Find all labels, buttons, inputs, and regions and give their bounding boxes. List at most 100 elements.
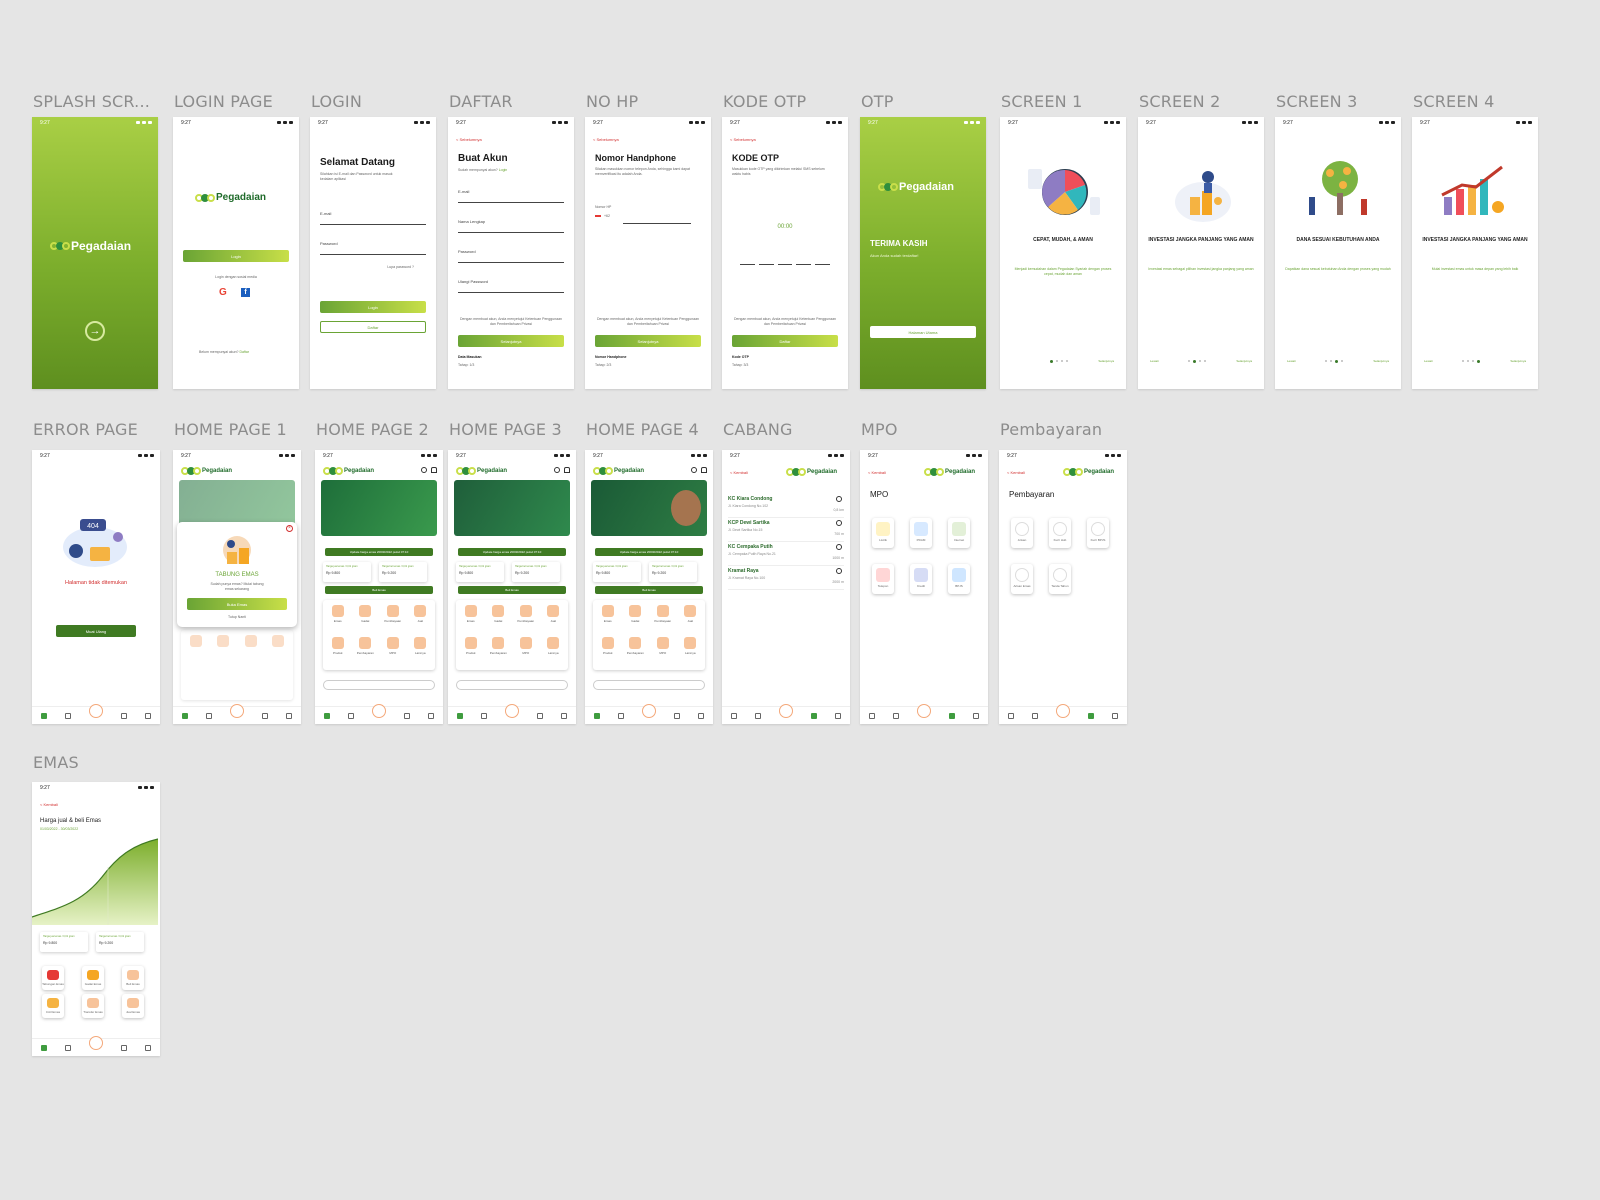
menu-item[interactable]: Lainnya: [409, 637, 433, 665]
account-tab-icon[interactable]: [286, 712, 292, 719]
menu-item[interactable]: MPO: [651, 637, 675, 665]
account-tab-icon[interactable]: [561, 712, 567, 719]
branch-tab-icon[interactable]: [811, 712, 817, 719]
menu-item[interactable]: MPO: [381, 637, 405, 665]
daftar-button[interactable]: Daftar: [320, 321, 426, 333]
scan-tab-icon[interactable]: [1056, 703, 1070, 718]
history-tab-icon[interactable]: [481, 712, 487, 719]
account-tab-icon[interactable]: [145, 1044, 151, 1051]
emas-menu-tile[interactable]: Cicil Emas: [42, 994, 64, 1018]
bell-icon[interactable]: [564, 467, 570, 473]
back-link[interactable]: < Sebelumnya: [593, 137, 619, 142]
password-field[interactable]: Password: [320, 241, 426, 255]
menu-item[interactable]: Produk: [459, 637, 483, 665]
menu-item[interactable]: Lainnya: [679, 637, 703, 665]
promo-banner[interactable]: [321, 480, 437, 536]
start-arrow-icon[interactable]: →: [85, 321, 105, 341]
home-tab-icon[interactable]: [457, 712, 463, 719]
account-tab-icon[interactable]: [1112, 712, 1118, 719]
email-field[interactable]: E-mail: [320, 211, 426, 225]
email-field[interactable]: E-mail: [458, 189, 564, 203]
menu-item[interactable]: Jual: [679, 605, 703, 633]
search-input[interactable]: [323, 680, 435, 690]
next-link[interactable]: Selanjutnya: [1098, 359, 1114, 363]
buy-gold-button[interactable]: Beli Emas: [595, 586, 703, 594]
menu-item[interactable]: Produk: [326, 637, 350, 665]
branch-tab-icon[interactable]: [262, 712, 268, 719]
google-icon[interactable]: G: [219, 287, 227, 298]
daftar-button[interactable]: Daftar: [732, 335, 838, 347]
menu-item[interactable]: Produk: [596, 637, 620, 665]
scan-tab-icon[interactable]: [89, 1035, 103, 1050]
mpo-tile[interactable]: Internet: [948, 518, 970, 548]
menu-item[interactable]: Lainnya: [542, 637, 566, 665]
menu-item[interactable]: Gadai: [624, 605, 648, 633]
menu-item[interactable]: Jual: [409, 605, 433, 633]
next-link[interactable]: Selanjutnya: [1510, 359, 1526, 363]
mpo-tile[interactable]: Kredit: [910, 564, 932, 594]
login-link[interactable]: Login: [499, 168, 508, 172]
history-tab-icon[interactable]: [348, 712, 354, 719]
home-tab-icon[interactable]: [41, 712, 47, 719]
bell-icon[interactable]: [701, 467, 707, 473]
home-tab-icon[interactable]: [731, 712, 737, 719]
emas-menu-tile[interactable]: Beli Emas: [122, 966, 144, 990]
emas-menu-tile[interactable]: Jual Emas: [122, 994, 144, 1018]
scan-tab-icon[interactable]: [779, 703, 793, 718]
account-tab-icon[interactable]: [698, 712, 704, 719]
payment-tile[interactable]: Kurir BPJS: [1087, 518, 1109, 548]
menu-item[interactable]: Emas: [459, 605, 483, 633]
otp-input[interactable]: [740, 264, 830, 265]
branch-item[interactable]: KC Cempaka Putih Jl. Cempaka Putih Raya N…: [728, 544, 844, 566]
branch-item[interactable]: KCP Dewi Sartika Jl. Dewi Sartika No.15 70…: [728, 520, 844, 542]
later-link[interactable]: Tutup Nanti: [177, 615, 297, 620]
payment-tile[interactable]: Tanda Tahun: [1049, 564, 1071, 594]
menu-item[interactable]: Emas: [326, 605, 350, 633]
payment-tile[interactable]: Arisan Emas: [1011, 564, 1033, 594]
scan-tab-icon[interactable]: [89, 703, 103, 718]
name-field[interactable]: Nama Lengkap: [458, 219, 564, 233]
menu-item[interactable]: Pembayaran: [354, 637, 378, 665]
skip-link[interactable]: Lewati: [1287, 359, 1296, 363]
menu-item[interactable]: Pembiayaan: [381, 605, 405, 633]
branch-tab-icon[interactable]: [674, 712, 680, 719]
history-tab-icon[interactable]: [755, 712, 761, 719]
next-button[interactable]: Selanjutnya: [458, 335, 564, 347]
back-link[interactable]: < Kembali: [868, 470, 886, 475]
promo-banner[interactable]: [591, 480, 707, 536]
login-button[interactable]: Login: [183, 250, 289, 262]
open-gold-button[interactable]: Buka Emas: [187, 598, 287, 610]
facebook-icon[interactable]: f: [241, 288, 250, 297]
account-tab-icon[interactable]: [835, 712, 841, 719]
menu-item[interactable]: Emas: [596, 605, 620, 633]
scan-tab-icon[interactable]: [372, 703, 386, 718]
search-icon[interactable]: [421, 467, 427, 473]
menu-item[interactable]: Jual: [542, 605, 566, 633]
branch-tab-icon[interactable]: [949, 712, 955, 719]
daftar-link[interactable]: Daftar: [239, 350, 249, 354]
home-tab-icon[interactable]: [182, 712, 188, 719]
account-tab-icon[interactable]: [428, 712, 434, 719]
scan-tab-icon[interactable]: [917, 703, 931, 718]
close-icon[interactable]: ×: [286, 525, 293, 532]
mpo-tile[interactable]: BPJS: [948, 564, 970, 594]
branch-tab-icon[interactable]: [404, 712, 410, 719]
scan-tab-icon[interactable]: [230, 703, 244, 718]
back-link[interactable]: < Kembali: [1007, 470, 1025, 475]
branch-tab-icon[interactable]: [121, 712, 127, 719]
skip-link[interactable]: Lewati: [1424, 359, 1433, 363]
mpo-tile[interactable]: Telepon: [872, 564, 894, 594]
emas-menu-tile[interactable]: Transfer Emas: [82, 994, 104, 1018]
phone-input[interactable]: [623, 223, 691, 224]
search-icon[interactable]: [554, 467, 560, 473]
payment-tile[interactable]: Arisan: [1011, 518, 1033, 548]
mpo-tile[interactable]: PDAM: [910, 518, 932, 548]
back-link[interactable]: < Kembali: [40, 802, 58, 807]
next-link[interactable]: Selanjutnya: [1373, 359, 1389, 363]
branch-tab-icon[interactable]: [1088, 712, 1094, 719]
menu-item[interactable]: Pembiayaan: [514, 605, 538, 633]
emas-menu-tile[interactable]: Tabungan Emas: [42, 966, 64, 990]
menu-item[interactable]: Gadai: [354, 605, 378, 633]
back-link[interactable]: < Sebelumnya: [456, 137, 482, 142]
home-tab-icon[interactable]: [324, 712, 330, 719]
